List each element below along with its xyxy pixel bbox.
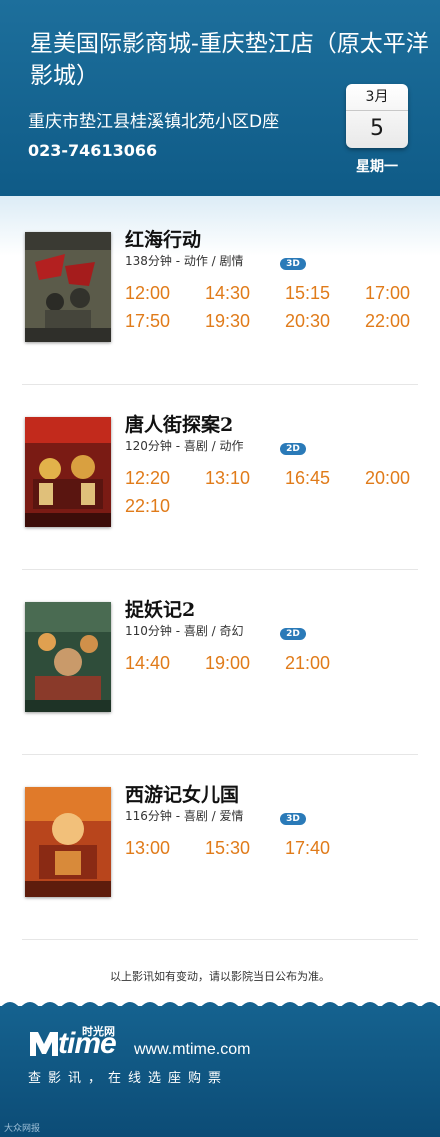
format-2d-badge: 2D — [280, 628, 306, 640]
date-day: 5 — [370, 116, 384, 141]
format-3d-badge: 3D — [280, 813, 306, 825]
movie-title[interactable]: 红海行动 — [125, 228, 201, 252]
movie-divider — [22, 939, 418, 940]
movie-card[interactable]: 捉妖记2 110分钟 - 喜剧 / 奇幻 2D 14:40 19:00 21:0… — [0, 570, 440, 755]
showtime[interactable]: 20:30 — [285, 310, 355, 332]
cinema-address: 重庆市垫江县桂溪镇北苑小区D座 — [28, 112, 280, 132]
movie-meta: 110分钟 - 喜剧 / 奇幻 — [125, 624, 244, 638]
movie-card[interactable]: 唐人街探案2 120分钟 - 喜剧 / 动作 2D 12:20 13:10 16… — [0, 385, 440, 570]
cinema-name: 星美国际影商城-重庆垫江店（原太平洋影城） — [30, 31, 429, 89]
showtime[interactable]: 15:30 — [205, 837, 275, 859]
watermark: 大众网报 — [4, 1124, 41, 1134]
mtime-brand-cn: 时光网 — [82, 1025, 115, 1038]
showtime[interactable]: 12:00 — [125, 282, 195, 304]
movie-card[interactable]: 西游记女儿国 116分钟 - 喜剧 / 爱情 3D 13:00 15:30 17… — [0, 755, 440, 940]
movie-title[interactable]: 唐人街探案2 — [125, 413, 233, 437]
showtime[interactable]: 22:10 — [125, 495, 195, 517]
movie-poster[interactable] — [25, 787, 111, 897]
showtime[interactable]: 22:00 — [365, 310, 435, 332]
cinema-header: 星美国际影商城-重庆垫江店（原太平洋影城） 重庆市垫江县桂溪镇北苑小区D座 02… — [0, 0, 440, 196]
mtime-footer: time 时光网 www.mtime.com 查影讯，在线选座购票 大众网报 — [0, 1006, 440, 1137]
movie-meta: 138分钟 - 动作 / 剧情 — [125, 254, 244, 268]
showtime[interactable]: 20:00 — [365, 467, 435, 489]
format-2d-badge: 2D — [280, 443, 306, 455]
movie-title[interactable]: 捉妖记2 — [125, 598, 195, 622]
movie-poster[interactable] — [25, 417, 111, 527]
schedule-notice: 以上影讯如有变动，请以影院当日公布为准。 — [110, 970, 330, 983]
movie-card[interactable]: 红海行动 138分钟 - 动作 / 剧情 3D 12:00 14:30 15:1… — [0, 200, 440, 385]
movie-meta: 116分钟 - 喜剧 / 爱情 — [125, 809, 244, 823]
showtime[interactable]: 21:00 — [285, 652, 355, 674]
showtime[interactable]: 14:40 — [125, 652, 195, 674]
showtime[interactable]: 15:15 — [285, 282, 355, 304]
movie-poster[interactable] — [25, 232, 111, 342]
date-month: 3月 — [346, 84, 408, 111]
mtime-url[interactable]: www.mtime.com — [134, 1040, 250, 1060]
mtime-logo-icon — [30, 1032, 58, 1056]
format-3d-badge: 3D — [280, 258, 306, 270]
showtime[interactable]: 19:00 — [205, 652, 275, 674]
movie-title[interactable]: 西游记女儿国 — [125, 783, 239, 807]
showtime[interactable]: 19:30 — [205, 310, 275, 332]
footer-tagline: 查影讯，在线选座购票 — [28, 1071, 229, 1086]
cinema-phone[interactable]: 023-74613066 — [28, 140, 157, 162]
showtime[interactable]: 17:40 — [285, 837, 355, 859]
showtime[interactable]: 13:00 — [125, 837, 195, 859]
showtime[interactable]: 12:20 — [125, 467, 195, 489]
showtime[interactable]: 16:45 — [285, 467, 355, 489]
movie-poster[interactable] — [25, 602, 111, 712]
showtime[interactable]: 13:10 — [205, 467, 275, 489]
date-weekday: 星期一 — [356, 159, 398, 175]
showtime[interactable]: 14:30 — [205, 282, 275, 304]
showtime[interactable]: 17:50 — [125, 310, 195, 332]
showtime[interactable]: 17:00 — [365, 282, 435, 304]
date-calendar-card: 3月 5 — [346, 84, 408, 148]
movie-meta: 120分钟 - 喜剧 / 动作 — [125, 439, 244, 453]
